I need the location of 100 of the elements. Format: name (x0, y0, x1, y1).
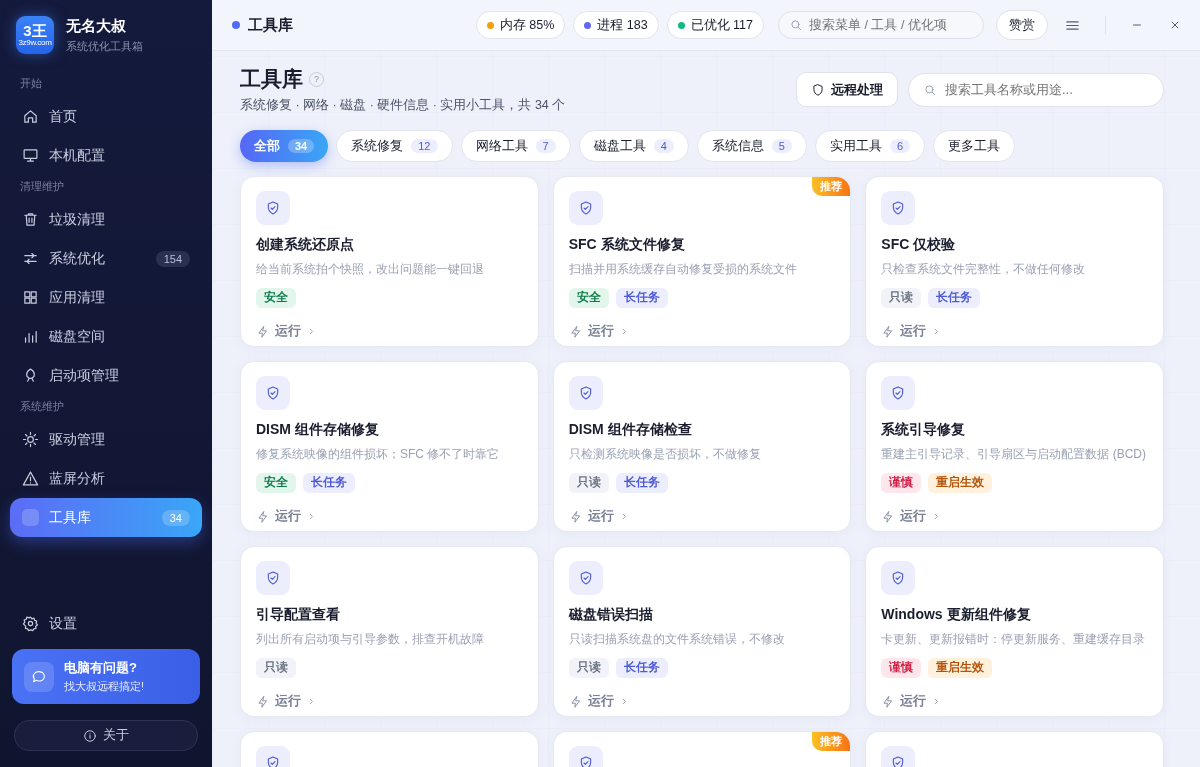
section-label: 系统维护 (19, 399, 65, 414)
tool-tag: 只读 (881, 288, 922, 308)
tool-description: 修复系统映像的组件损坏；SFC 修不了时靠它 (256, 446, 501, 463)
tool-tag: 安全 (256, 288, 296, 308)
tool-card[interactable]: SFC 仅校验 只检查系统文件完整性，不做任何修改 只读 长任务 运行 (865, 176, 1164, 347)
app-subtitle: 系统优化工具箱 (66, 38, 143, 54)
run-link[interactable]: 运行 (256, 693, 317, 710)
tool-description: 列出所有启动项与引导参数，排查开机故障 (256, 631, 485, 648)
tool-tag: 只读 (568, 473, 609, 493)
shield-icon (881, 561, 916, 595)
run-link[interactable]: 运行 (568, 323, 630, 340)
sidebar-item[interactable]: 启动项管理 (10, 356, 202, 395)
tool-tag: 长任务 (615, 658, 668, 678)
filter-tab[interactable]: 网络工具 7 (460, 130, 571, 162)
run-link[interactable]: 运行 (256, 323, 317, 340)
tool-tag: 谨慎 (881, 473, 922, 493)
count-badge: 154 (155, 250, 190, 267)
tool-tag: 长任务 (615, 473, 668, 493)
sidebar-item[interactable]: 垃圾清理 (10, 200, 202, 239)
section-label: 清理维护 (19, 179, 65, 194)
settings-item[interactable]: 设置 (10, 604, 202, 643)
sidebar-item[interactable]: 驱动管理 (10, 420, 202, 459)
tool-card[interactable]: DISM 组件存储修复 修复系统映像的组件损坏；SFC 修不了时靠它 安全 长任务 运行 (240, 361, 539, 532)
filter-tab[interactable]: 实用工具 6 (814, 130, 925, 162)
bar-chart-icon (22, 328, 39, 345)
sidebar-item[interactable]: 蓝屏分析 (10, 459, 202, 498)
filter-tab[interactable]: 磁盘工具 4 (578, 130, 689, 162)
lightning-icon (256, 324, 270, 339)
filter-tab[interactable]: 系统信息 5 (696, 130, 807, 162)
tool-tag: 安全 (256, 473, 296, 493)
run-link[interactable]: 运行 (881, 508, 943, 525)
tool-description: 给当前系统拍个快照，改出问题能一键回退 (256, 261, 485, 278)
tool-card[interactable]: 系统引导修复 重建主引导记录、引导扇区与启动配置数据 (BCD) 谨慎 重启生效 运行 (865, 361, 1164, 532)
tool-description: 只读扫描系统盘的文件系统错误，不修改 (568, 631, 786, 648)
section-label: 开始 (19, 76, 43, 91)
status-pill: 内存 85% (475, 11, 566, 39)
remote-button[interactable]: 远程处理 (796, 72, 898, 107)
shield-icon (256, 561, 290, 595)
promo-subtitle: 找大叔远程搞定! (64, 679, 145, 694)
tool-card[interactable]: 引导配置查看 列出所有启动项与引导参数，排查开机故障 只读 运行 (240, 546, 539, 717)
tool-search-field[interactable]: 搜索工具名称或用途... (908, 72, 1164, 107)
filter-tab[interactable]: 更多工具 (933, 130, 1015, 162)
tool-card[interactable]: 推荐 SFC 系统文件修复 扫描并用系统缓存自动修复受损的系统文件 安全 长任务 运行 (552, 176, 852, 347)
lightning-icon (256, 509, 270, 524)
tool-title: SFC 仅校验 (881, 236, 957, 254)
tool-tag: 长任务 (303, 473, 355, 493)
tool-tag: 重启生效 (928, 658, 993, 678)
monitor-icon (22, 147, 39, 164)
tool-description: 只检查系统文件完整性，不做任何修改 (881, 261, 1087, 278)
donate-button[interactable]: 赞赏 (996, 10, 1048, 40)
about-button[interactable]: 关于 (14, 720, 198, 751)
shield-icon (881, 376, 916, 410)
tool-card[interactable]: 磁盘错误扫描 只读扫描系统盘的文件系统错误，不修改 只读 长任务 运行 (552, 546, 852, 717)
promo-card[interactable]: 电脑有问题? 找大叔远程搞定! (12, 649, 200, 704)
status-pill: 已优化 117 (666, 11, 764, 39)
tool-description: 卡更新、更新报错时：停更新服务、重建缓存目录 (881, 631, 1147, 648)
sidebar-item[interactable]: 磁盘空间 (10, 317, 202, 356)
sidebar-item[interactable]: 系统优化 154 (10, 239, 202, 278)
tool-tag: 只读 (256, 658, 296, 678)
grid-icon (22, 289, 39, 306)
trash-icon (22, 211, 39, 228)
run-link[interactable]: 运行 (881, 323, 943, 340)
shield-icon (881, 191, 916, 225)
sidebar-item[interactable]: 首页 (10, 97, 202, 136)
sliders-icon (22, 250, 39, 267)
recommended-badge: 推荐 (812, 177, 851, 196)
tool-card[interactable]: Windows 更新组件修复 卡更新、更新报错时：停更新服务、重建缓存目录 谨慎 重启生效 运行 (865, 546, 1164, 717)
sidebar-item[interactable]: 本机配置 (10, 136, 202, 175)
lightning-icon (568, 694, 583, 709)
lightning-icon (256, 694, 270, 709)
filter-tab[interactable]: 全部 34 (240, 130, 329, 162)
page-dot (232, 21, 240, 29)
run-link[interactable]: 运行 (568, 508, 630, 525)
tool-tag: 只读 (568, 658, 609, 678)
tool-card[interactable]: DISM 组件存储检查 只检测系统映像是否损坏，不做修复 只读 长任务 运行 (552, 361, 852, 532)
shield-icon (568, 561, 603, 595)
tool-tag: 谨慎 (881, 658, 922, 678)
home-icon (22, 108, 39, 125)
tool-card[interactable]: 创建系统还原点 给当前系统拍个快照，改出问题能一键回退 安全 运行 (240, 176, 539, 347)
sidebar-item[interactable]: 工具库 34 (10, 498, 202, 537)
run-link[interactable]: 运行 (881, 693, 943, 710)
tool-title: 引导配置查看 (256, 606, 341, 624)
search-icon (923, 82, 937, 97)
run-link[interactable]: 运行 (256, 508, 317, 525)
app-logo: 3王 3z9w.com (16, 16, 54, 54)
run-link[interactable]: 运行 (568, 693, 630, 710)
tool-title: Windows 更新组件修复 (881, 606, 1032, 624)
tool-description: 重建主引导记录、引导扇区与启动配置数据 (BCD) (881, 446, 1147, 463)
shield-icon (256, 376, 290, 410)
shield-icon (568, 376, 603, 410)
promo-title: 电脑有问题? (64, 659, 138, 677)
page-heading: 工具库 (240, 66, 303, 92)
tool-title: 创建系统还原点 (256, 236, 355, 254)
sidebar-item[interactable]: 应用清理 (10, 278, 202, 317)
tool-tag: 长任务 (615, 288, 668, 308)
search-field[interactable]: 搜索菜单 / 工具 / 优化项 (778, 11, 984, 39)
shield-icon (811, 82, 825, 97)
shield-icon (568, 191, 603, 225)
tool-title: SFC 系统文件修复 (568, 236, 686, 254)
filter-tab[interactable]: 系统修复 12 (336, 130, 453, 162)
